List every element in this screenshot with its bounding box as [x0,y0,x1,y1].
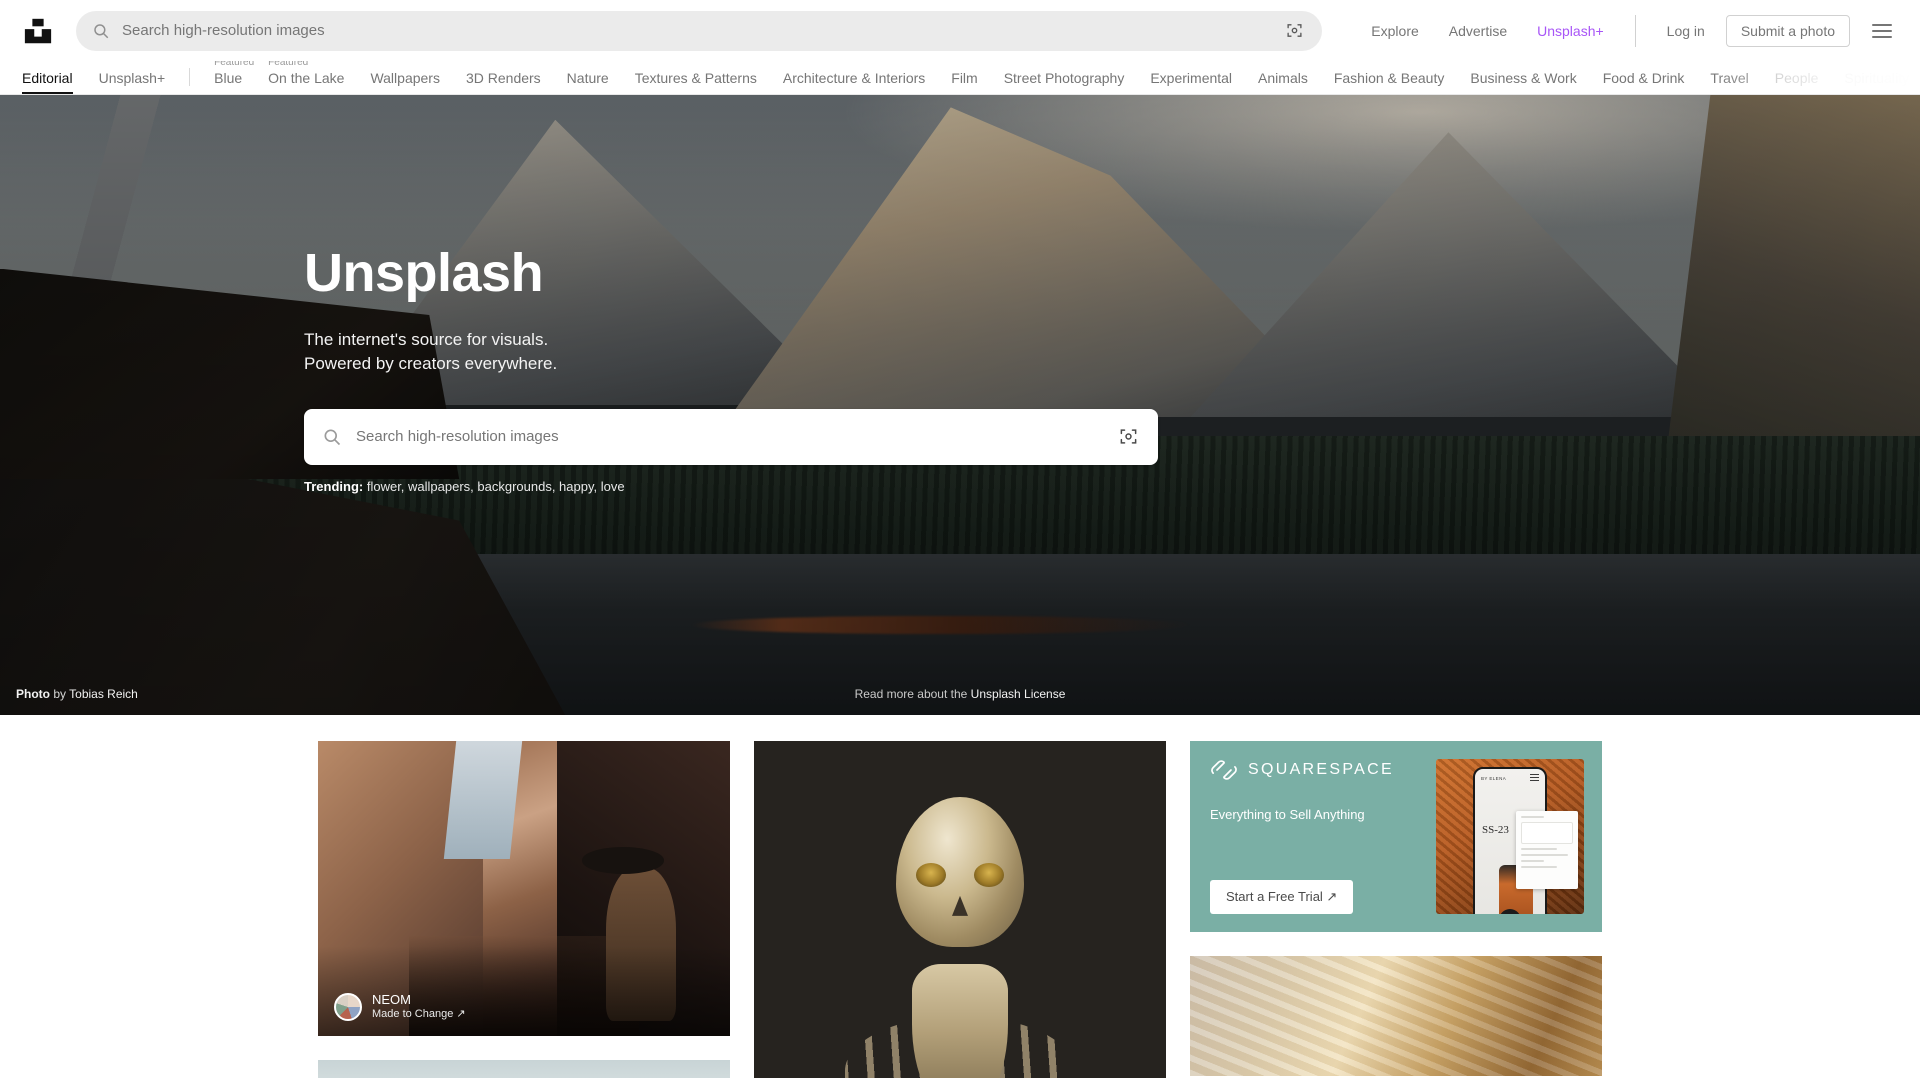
hero-search-bar[interactable] [304,408,1158,465]
checkout-product-box [1521,822,1573,844]
search-icon [92,22,110,40]
attribution-tagline: Made to Change ↗ [372,1008,466,1021]
photo-grid-section: NEOM Made to Change ↗ SQUARESPACE Everyt… [0,715,1920,1078]
photo-overlay-gradient [318,946,730,1036]
cat-nature[interactable]: Nature [554,71,622,94]
photo-card-canyon-neom[interactable]: NEOM Made to Change ↗ [318,741,730,1036]
license-text: Read more about the [854,687,968,701]
hero-photo-credit: Photo by Tobias Reich [16,687,138,701]
visual-search-icon[interactable] [1114,423,1142,451]
trending-terms[interactable]: flower, wallpapers, backgrounds, happy, … [367,479,625,494]
photo-grid: NEOM Made to Change ↗ SQUARESPACE Everyt… [318,741,1602,1078]
hamburger-bar [1872,35,1892,38]
hamburger-bar [1872,23,1892,26]
cat-blue[interactable]: Featured Blue [201,61,255,94]
photo-image [1190,956,1602,1076]
credit-by: by [53,687,67,701]
search-icon [322,427,342,447]
ad-content: SQUARESPACE Everything to Sell Anything … [1210,759,1422,914]
skull-jaw [912,964,1008,1078]
nav-link-advertise[interactable]: Advertise [1434,11,1522,51]
credit-prefix: Photo [16,687,50,701]
hero-license-note: Read more about the Unsplash License [855,687,1066,701]
cat-film[interactable]: Film [938,71,990,94]
ad-cta-button[interactable]: Start a Free Trial ↗ [1210,880,1354,914]
skull-cranium [896,796,1024,947]
cat-architecture-interiors[interactable]: Architecture & Interiors [770,71,938,94]
photo-card-skull[interactable] [754,741,1166,1078]
cat-label: Blue [214,70,243,86]
cat-3d-renders[interactable]: 3D Renders [453,71,554,94]
visual-search-icon[interactable] [1280,17,1308,45]
cat-people[interactable]: People [1762,71,1832,94]
ad-brand-name: SQUARESPACE [1248,761,1394,778]
cat-business-work[interactable]: Business & Work [1457,71,1589,94]
skull-eye-right [973,862,1004,887]
cat-street-photography[interactable]: Street Photography [991,71,1138,94]
cat-on-the-lake[interactable]: Featured On the Lake [255,61,357,94]
cat-textures-patterns[interactable]: Textures & Patterns [622,71,770,94]
cat-food-drink[interactable]: Food & Drink [1590,71,1698,94]
login-link[interactable]: Log in [1652,11,1720,51]
cat-animals[interactable]: Animals [1245,71,1321,94]
photo-image [318,1060,730,1078]
cat-wallpapers[interactable]: Wallpapers [357,71,453,94]
submit-photo-button[interactable]: Submit a photo [1725,14,1850,47]
photo-card-golden-water[interactable] [1190,956,1602,1076]
hero-section: Unsplash The internet's source for visua… [0,95,1920,715]
phone-topbar: BY ELENA [1475,769,1545,783]
nav-link-unsplash-plus[interactable]: Unsplash+ [1522,11,1619,51]
hero-search-input[interactable] [356,408,1114,465]
featured-tag: Featured [268,61,309,68]
skull-eye-left [916,862,947,887]
cat-travel[interactable]: Travel [1697,71,1761,94]
skull-nose [952,895,968,916]
nav-link-explore[interactable]: Explore [1356,11,1433,51]
header-nav: Explore Advertise Unsplash+ Log in Submi… [1356,11,1898,51]
unsplash-logo-icon[interactable] [22,15,54,47]
photo-card-pale-abstract[interactable] [318,1060,730,1078]
hamburger-bar [1872,29,1892,32]
cat-experimental[interactable]: Experimental [1137,71,1245,94]
cat-editorial[interactable]: Editorial [22,71,86,94]
photo-attribution: NEOM Made to Change ↗ [334,992,714,1022]
photo-image [754,741,1166,1078]
squarespace-ad-card[interactable]: SQUARESPACE Everything to Sell Anything … [1190,741,1602,932]
phone-menu-icon [1530,774,1539,783]
trending-row: Trending: flower, wallpapers, background… [304,479,1616,494]
cat-label: On the Lake [268,70,345,86]
nav-divider [1634,14,1636,47]
attribution-name: NEOM [372,992,411,1007]
cat-spirituality[interactable]: Spirituality [1831,71,1920,94]
ad-logo-row: SQUARESPACE [1210,759,1422,781]
grid-column-3: SQUARESPACE Everything to Sell Anything … [1190,741,1602,1076]
hero-title: Unsplash [304,243,544,303]
person-hat [581,847,665,874]
top-header: Explore Advertise Unsplash+ Log in Submi… [0,0,1920,61]
cat-fashion-beauty[interactable]: Fashion & Beauty [1321,71,1458,94]
category-nav: Editorial Unsplash+ Featured Blue Featur… [0,61,1920,95]
header-search-bar[interactable] [76,10,1323,51]
canyon-sky [443,741,522,859]
unsplash-license-link[interactable]: Unsplash License [971,687,1066,701]
hero-content: Unsplash The internet's source for visua… [304,95,1616,494]
credit-author-link[interactable]: Tobias Reich [69,687,138,701]
ad-visual: BY ELENA SS-23 [1436,759,1584,914]
phone-season-label: SS-23 [1482,824,1509,836]
avatar [334,993,362,1021]
hamburger-menu-icon[interactable] [1866,15,1898,47]
ad-checkout-panel [1516,811,1578,889]
featured-tag: Featured [214,61,255,68]
cat-unsplash-plus[interactable]: Unsplash+ [86,71,179,94]
trending-label: Trending: [304,478,364,494]
category-divider [189,68,191,86]
grid-column-2 [754,741,1166,1078]
search-input[interactable] [122,10,1281,51]
squarespace-logo-icon [1210,759,1238,781]
hero-subtitle-line1: The internet's source for visuals. [304,329,549,349]
grid-column-1: NEOM Made to Change ↗ [318,741,730,1078]
ad-tagline: Everything to Sell Anything [1210,807,1365,822]
hero-subtitle-line2: Powered by creators everywhere. [304,354,558,374]
phone-brand-label: BY ELENA [1481,776,1507,781]
